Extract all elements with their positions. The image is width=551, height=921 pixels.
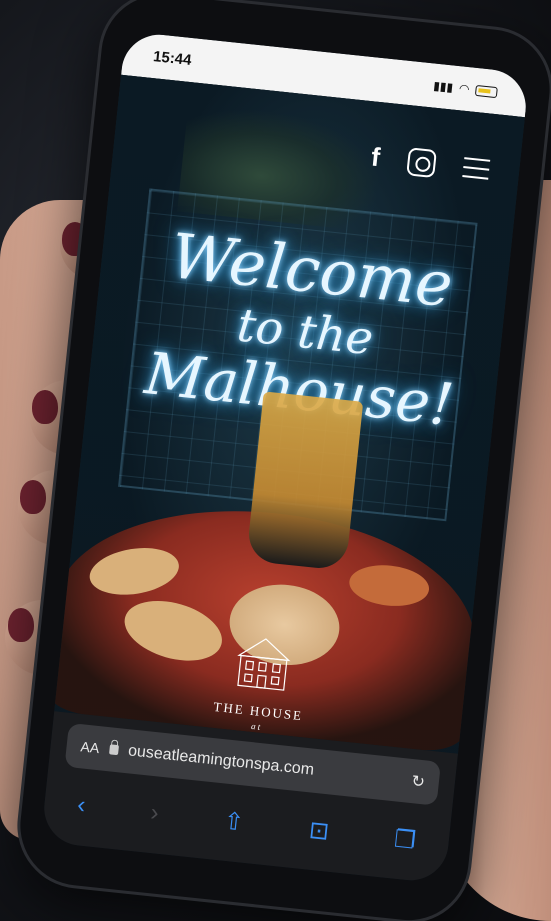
back-icon[interactable]: ‹ bbox=[76, 791, 87, 820]
forward-icon[interactable]: › bbox=[149, 799, 160, 828]
battery-icon bbox=[474, 84, 498, 98]
hamburger-menu-icon[interactable] bbox=[462, 156, 491, 180]
wifi-icon: ◠ bbox=[458, 81, 471, 97]
status-icons: ▮▮▮ ◠ bbox=[433, 79, 498, 100]
house-logo-icon bbox=[237, 638, 291, 691]
fingernail bbox=[8, 608, 34, 642]
share-icon[interactable]: ⇧ bbox=[222, 806, 245, 837]
fingernail bbox=[20, 480, 46, 514]
fingernail bbox=[32, 390, 58, 424]
fries-basket bbox=[246, 391, 364, 571]
facebook-icon[interactable]: f bbox=[370, 141, 382, 173]
signal-icon: ▮▮▮ bbox=[432, 78, 454, 95]
phone-screen: 15:44 ▮▮▮ ◠ f Welcome to the Malhouse! T… bbox=[40, 31, 530, 884]
website-hero: f Welcome to the Malhouse! THE HOUSE at bbox=[44, 74, 525, 777]
instagram-icon[interactable] bbox=[406, 146, 438, 178]
url-text[interactable]: ouseatleamingtonspa.com bbox=[127, 742, 402, 789]
status-time: 15:44 bbox=[152, 47, 193, 69]
social-links: f bbox=[370, 141, 491, 184]
reload-icon[interactable]: ↻ bbox=[410, 771, 426, 792]
lock-icon bbox=[108, 744, 119, 756]
tabs-icon[interactable]: ❐ bbox=[393, 824, 417, 855]
phone: 15:44 ▮▮▮ ◠ f Welcome to the Malhouse! T… bbox=[14, 0, 551, 921]
bookmarks-icon[interactable]: ⊡ bbox=[308, 815, 331, 846]
text-size-button[interactable]: AA bbox=[80, 738, 100, 756]
